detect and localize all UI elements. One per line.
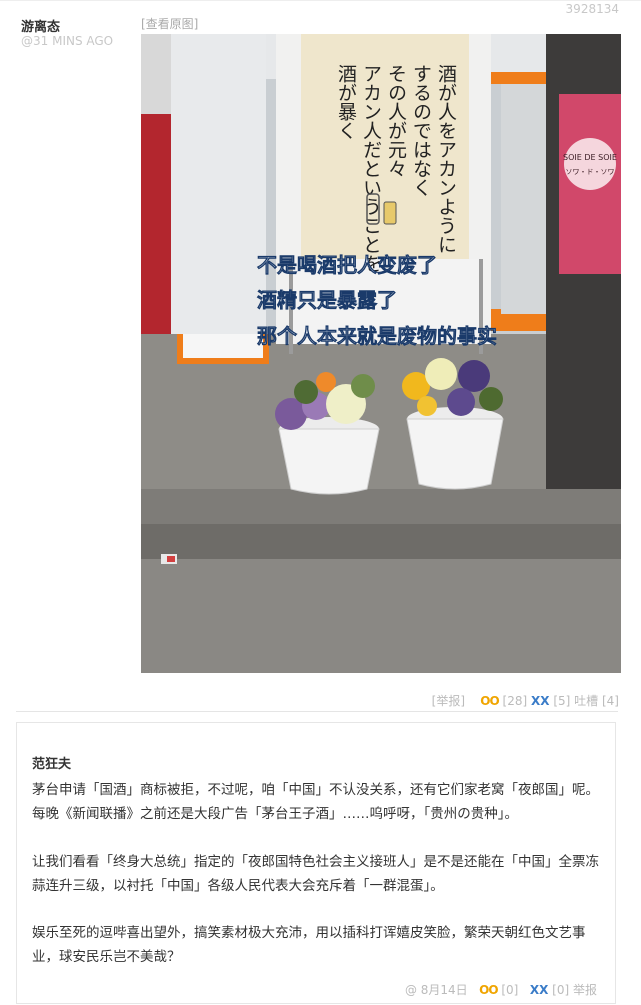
- post-author[interactable]: 游离态: [21, 16, 60, 35]
- shop-sign-subtext: ソワ・ド・ソワ: [566, 168, 615, 176]
- comment-oo-count: [0]: [501, 983, 519, 997]
- caption-line-2: 酒精只是暴露了: [257, 288, 397, 312]
- comment-oo-icon[interactable]: OO: [479, 983, 498, 997]
- comment-paragraph-1: 茅台申请「国酒」商标被拒，不过呢，咱「中国」不认没关系，还有它们家老窝「夜郎国」…: [32, 782, 599, 822]
- comment-date: 8月14日: [420, 983, 468, 997]
- report-link[interactable]: [举报]: [432, 694, 465, 708]
- comment-report-link[interactable]: 举报: [573, 983, 597, 997]
- caption-line-1: 不是喝酒把人变废了: [257, 253, 437, 277]
- street-photo: SOIE DE SOIE ソワ・ド・ソワ 酒が人をアカンように するのではなく …: [141, 34, 621, 673]
- comment-xx-icon[interactable]: XX: [530, 983, 549, 997]
- xx-count: [5]: [553, 694, 571, 708]
- comment-card: 范狂夫 茅台申请「国酒」商标被拒，不过呢，咱「中国」不认没关系，还有它们家老窝「…: [16, 722, 616, 1004]
- sign-line-2: するのではなく: [410, 64, 432, 197]
- caption-line-3: 那个人本来就是废物的事实: [257, 324, 497, 348]
- post-time: @31 MINS AGO: [21, 34, 114, 48]
- oo-icon[interactable]: OO: [480, 694, 499, 708]
- sign-line-4: アカン人だということを: [360, 64, 382, 273]
- section-divider: [16, 711, 618, 712]
- xx-icon[interactable]: XX: [531, 694, 550, 708]
- comment-xx-count: [0]: [552, 983, 570, 997]
- comment-paragraph-2: 让我们看看「终身大总统」指定的「夜郎国特色社会主义接班人」是不是还能在「中国」全…: [32, 854, 599, 894]
- top-divider: [0, 0, 641, 1]
- sign-line-1: 酒が人をアカンように: [435, 64, 457, 254]
- sign-line-3: その人が元々: [385, 64, 407, 178]
- oo-count: [28]: [502, 694, 528, 708]
- tucao-link[interactable]: 吐槽 [4]: [574, 694, 619, 708]
- view-original-link[interactable]: [查看原图]: [141, 15, 198, 32]
- post-id: 3928134: [565, 2, 619, 16]
- sign-line-5: 酒が暴く: [335, 64, 357, 140]
- comment-at: @: [404, 983, 417, 997]
- shop-sign-text: SOIE DE SOIE: [563, 153, 617, 162]
- comment-actions: @ 8月14日 OO [0] XX [0] 举报: [405, 981, 597, 998]
- post-image[interactable]: SOIE DE SOIE ソワ・ド・ソワ 酒が人をアカンように するのではなく …: [141, 34, 621, 673]
- comment-paragraph-3: 娱乐至死的逗哔喜出望外，搞笑素材极大充沛，用以插科打诨嬉皮笑脸，繁荣天朝红色文艺…: [32, 925, 586, 965]
- post-actions: [举报] OO [28] XX [5] 吐槽 [4]: [432, 692, 619, 709]
- comment-author[interactable]: 范狂夫: [32, 753, 71, 772]
